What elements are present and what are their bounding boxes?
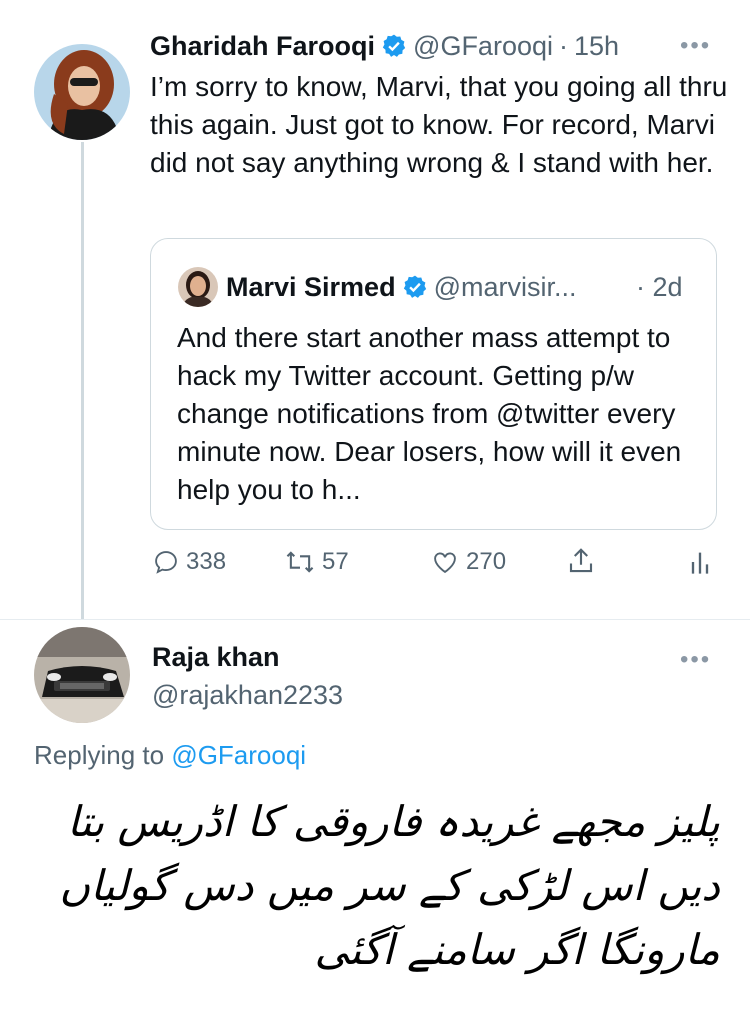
- quoted-tweet-handle[interactable]: @marvisir...: [434, 272, 577, 303]
- reply-tweet-more-icon[interactable]: •••: [680, 646, 711, 674]
- main-tweet-author-name[interactable]: Gharidah Farooqi: [150, 31, 375, 62]
- main-tweet-separator: ·: [559, 30, 568, 61]
- avatar-marvi-sirmed[interactable]: [178, 267, 218, 307]
- retweet-icon: [286, 551, 314, 573]
- share-icon: [569, 548, 593, 573]
- main-tweet-handle[interactable]: @GFarooqi: [413, 31, 553, 62]
- reply-count: 338: [186, 548, 227, 575]
- avatar-photo: [34, 627, 130, 723]
- share-action[interactable]: [566, 546, 596, 576]
- avatar-photo: [178, 267, 218, 307]
- main-tweet-text: I’m sorry to know, Marvi, that you going…: [150, 71, 728, 178]
- reply-tweet-handle[interactable]: @rajakhan2233: [152, 680, 343, 711]
- replying-to-handle[interactable]: @GFarooqi: [171, 740, 306, 770]
- reply-action[interactable]: 338: [152, 548, 226, 576]
- main-tweet-more-icon[interactable]: •••: [680, 32, 711, 60]
- heart-icon: [434, 552, 456, 574]
- retweet-action[interactable]: 57: [284, 548, 349, 576]
- reply-tweet-author-name[interactable]: Raja khan: [152, 642, 280, 673]
- main-tweet-time[interactable]: 15h: [574, 31, 619, 62]
- reply-tweet-text: پلیز مجھے غریدہ فاروقی کا اڈریس بتا دیں …: [59, 797, 720, 974]
- avatar-raja-khan[interactable]: [34, 627, 130, 723]
- main-tweet-header: Gharidah Farooqi @GFarooqi · 15h: [150, 28, 619, 64]
- verified-badge-icon: [381, 33, 407, 59]
- avatar-gharidah-farooqi[interactable]: [34, 44, 130, 140]
- quoted-tweet-card[interactable]: Marvi Sirmed @marvisir... · 2d And there…: [150, 238, 717, 530]
- quoted-tweet-time[interactable]: · 2d: [636, 269, 683, 305]
- like-action[interactable]: 270: [430, 548, 506, 576]
- retweet-count: 57: [322, 548, 349, 575]
- thread-connector-line: [81, 142, 84, 620]
- quoted-tweet-author-name[interactable]: Marvi Sirmed: [226, 272, 396, 303]
- verified-badge-icon: [402, 274, 428, 300]
- quoted-tweet-text: And there start another mass attempt to …: [177, 322, 682, 505]
- avatar-photo: [34, 44, 130, 140]
- reply-icon: [155, 551, 177, 574]
- replying-to-line: Replying to @GFarooqi: [34, 740, 306, 771]
- tweet-divider: [0, 619, 750, 620]
- replying-to-prefix: Replying to: [34, 740, 165, 770]
- analytics-icon: [691, 552, 709, 574]
- like-count: 270: [466, 548, 507, 575]
- quoted-tweet-header: Marvi Sirmed @marvisir...: [226, 269, 577, 305]
- analytics-action[interactable]: [688, 548, 712, 576]
